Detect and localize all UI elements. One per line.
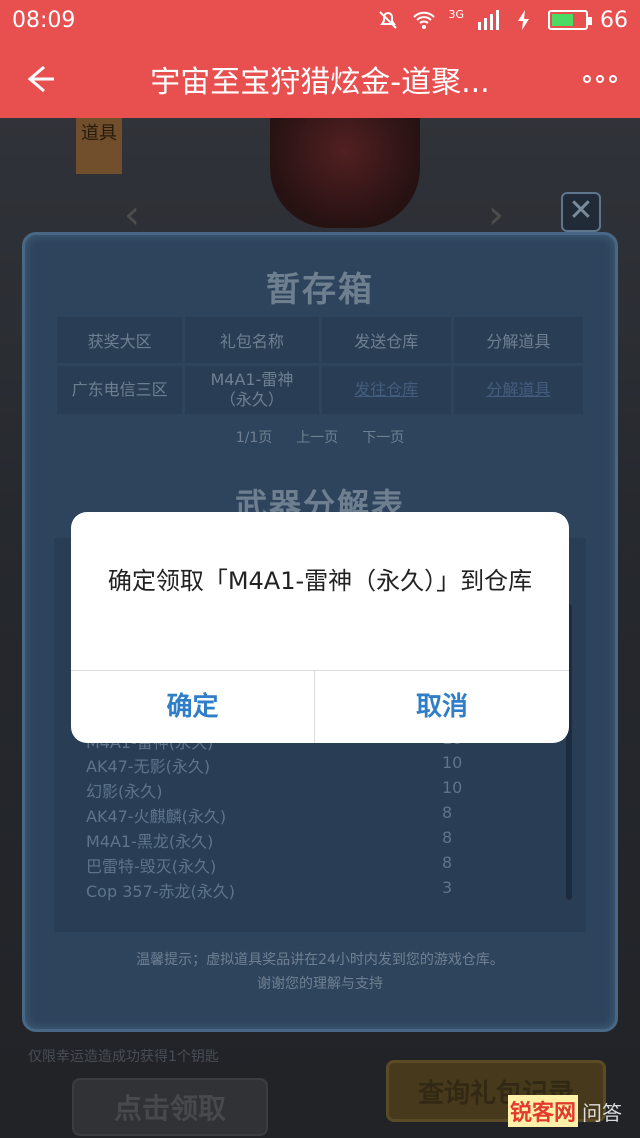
status-icons: 3G 66 (376, 8, 628, 33)
watermark-brand: 锐客网 (508, 1095, 579, 1127)
battery-icon (548, 10, 592, 30)
battery-fill (552, 14, 574, 26)
more-dots-icon (596, 75, 604, 83)
page-title: 宇宙至宝狩猎炫金-道聚... (150, 65, 490, 100)
status-bar: 08:09 3G 66 (0, 0, 640, 40)
more-dots-icon (583, 75, 591, 83)
mute-icon (379, 11, 398, 29)
dialog-message: 确定领取「M4A1-雷神（永久）」到仓库 (107, 567, 533, 595)
clock: 08:09 (12, 7, 76, 33)
back-arrow-icon (27, 65, 54, 93)
signal-icon (478, 10, 499, 30)
battery-percent: 66 (600, 7, 628, 33)
charging-icon (518, 10, 529, 30)
confirm-dialog: 确定领取「M4A1-雷神（永久）」到仓库 确定 取消 (71, 512, 569, 743)
watermark-sub: 问答 (582, 1100, 623, 1125)
wifi-icon (413, 11, 436, 29)
more-dots-icon (609, 75, 617, 83)
nav-bar: 宇宙至宝狩猎炫金-道聚... (0, 40, 640, 118)
watermark: 锐客网 问答 (508, 1094, 636, 1128)
more-button[interactable] (560, 40, 640, 118)
confirm-button[interactable]: 确定 (71, 671, 314, 743)
back-button[interactable] (0, 40, 80, 118)
network-type: 3G (448, 7, 464, 21)
cancel-button[interactable]: 取消 (315, 671, 569, 743)
